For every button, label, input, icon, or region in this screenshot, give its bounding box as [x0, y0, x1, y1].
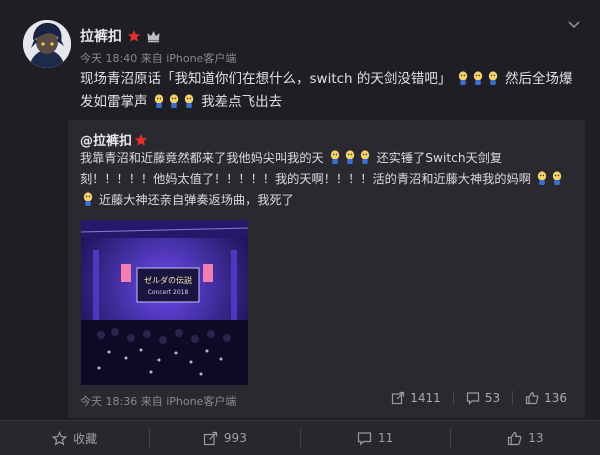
- action-bar: 收藏 993 11 13: [0, 420, 600, 455]
- comment-button[interactable]: 11: [299, 428, 450, 448]
- favorite-button[interactable]: 收藏: [0, 428, 149, 448]
- post-author: 拉裤扣: [80, 26, 161, 46]
- post-text-part: 现场青沼原话「我知道你们在想什么，switch 的天剑没错吧」: [80, 71, 452, 87]
- repost-text-part: 我靠青沼和近藤竟然都来了我他妈尖叫我的天: [80, 151, 324, 165]
- emoji-group: [328, 149, 373, 165]
- emoji-icon: [82, 191, 94, 207]
- comment-count: 11: [377, 431, 394, 445]
- repost-count-button[interactable]: 1411: [379, 391, 453, 405]
- share-icon: [392, 391, 405, 405]
- emoji-icon: [536, 170, 548, 186]
- emoji-icon: [183, 93, 195, 109]
- emoji-icon: [344, 149, 356, 165]
- thumbs-up-icon: [508, 431, 522, 445]
- repost-stats: 1411 53 136: [379, 391, 579, 405]
- weibo-card: 拉裤扣 今天 18:40 来自 iPhone客户端 现场青沼原话「我知道你们在想…: [0, 0, 600, 420]
- emoji-icon: [472, 70, 484, 86]
- comment-icon: [466, 392, 479, 405]
- emoji-icon: [329, 149, 341, 165]
- share-icon: [203, 431, 218, 445]
- repost-count: 993: [223, 431, 247, 445]
- emoji-icon: [168, 93, 180, 109]
- repost-button[interactable]: 993: [149, 428, 299, 448]
- avatar[interactable]: [23, 20, 71, 68]
- repost-text: 我靠青沼和近藤竟然都来了我他妈尖叫我的天 还实锤了Switch天剑复刻！！！！！…: [80, 148, 575, 211]
- emoji-icon: [487, 70, 499, 86]
- like-button[interactable]: 13: [449, 428, 600, 448]
- comment-icon: [357, 431, 372, 446]
- star-outline-icon: [52, 430, 68, 446]
- repost-container: @拉裤扣 我靠青沼和近藤竟然都来了我他妈尖叫我的天 还实锤了Switch天剑复刻…: [68, 120, 585, 418]
- like-count: 13: [528, 431, 544, 445]
- emoji-icon: [153, 93, 165, 109]
- crown-badge-icon: [147, 31, 160, 43]
- post-text-part: 我差点飞出去: [201, 94, 283, 110]
- post-text: 现场青沼原话「我知道你们在想什么，switch 的天剑没错吧」 然后全场爆发如雷…: [80, 68, 580, 114]
- post-meta: 今天 18:40 来自 iPhone客户端: [80, 52, 237, 65]
- photo-screen-title: ゼルダの伝説: [144, 275, 192, 285]
- comment-count-button[interactable]: 53: [452, 391, 512, 405]
- repost-count: 1411: [410, 391, 441, 405]
- comment-count: 53: [484, 391, 501, 405]
- concert-photo[interactable]: ゼルダの伝説 Concert 2018: [81, 220, 248, 385]
- repost-author: @拉裤扣: [80, 130, 148, 149]
- username-link[interactable]: 拉裤扣: [80, 26, 122, 46]
- chevron-down-icon[interactable]: [566, 16, 582, 32]
- emoji-group: [456, 71, 501, 87]
- emoji-group: [152, 94, 197, 110]
- thumbs-up-icon: [525, 391, 539, 405]
- emoji-icon: [359, 149, 371, 165]
- repost-meta: 今天 18:36 来自 iPhone客户端: [80, 395, 237, 408]
- emoji-icon: [551, 170, 563, 186]
- repost-author-link[interactable]: @拉裤扣: [80, 130, 132, 149]
- like-count: 136: [544, 391, 567, 405]
- favorite-label: 收藏: [73, 431, 98, 446]
- like-count-button[interactable]: 136: [512, 391, 579, 405]
- repost-text-part: 近藤大神还亲自弹奏返场曲，我死了: [98, 193, 294, 207]
- star-badge-icon: [134, 133, 148, 146]
- star-badge-icon: [127, 30, 141, 42]
- photo-screen-subtitle: Concert 2018: [148, 289, 189, 296]
- emoji-icon: [457, 70, 469, 86]
